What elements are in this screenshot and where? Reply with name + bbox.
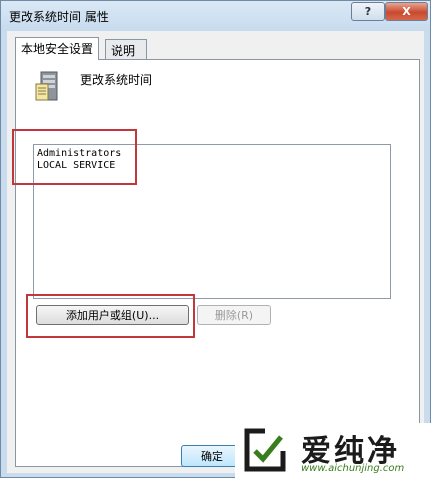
tab-panel: 更改系统时间 Administrators LOCAL SERVICE 添加用户… xyxy=(12,59,420,467)
help-button[interactable]: ? xyxy=(351,2,385,21)
tab-local-security-setting[interactable]: 本地安全设置 xyxy=(15,37,100,60)
title-bar[interactable]: 更改系统时间 属性 ? X xyxy=(1,1,430,31)
highlight-box-accounts xyxy=(12,129,137,185)
dialog-body: 本地安全设置 说明 更改系统时间 Administrators LOCAL SE… xyxy=(7,31,424,473)
policy-name: 更改系统时间 xyxy=(80,73,153,87)
watermark: 爱纯净 www.aichunjing.com xyxy=(235,423,431,479)
watermark-logo-icon xyxy=(244,428,286,472)
window-title: 更改系统时间 属性 xyxy=(9,10,109,24)
highlight-box-add-button xyxy=(26,294,195,338)
tab-explain[interactable]: 说明 xyxy=(105,39,147,59)
watermark-url: www.aichunjing.com xyxy=(301,463,405,474)
policy-server-icon xyxy=(35,71,58,101)
properties-dialog: 更改系统时间 属性 ? X 本地安全设置 说明 更改系统时间 Administr… xyxy=(0,0,431,479)
close-button[interactable]: X xyxy=(385,2,428,21)
ok-button[interactable]: 确定 xyxy=(181,445,243,467)
remove-button: 删除(R) xyxy=(197,305,271,325)
